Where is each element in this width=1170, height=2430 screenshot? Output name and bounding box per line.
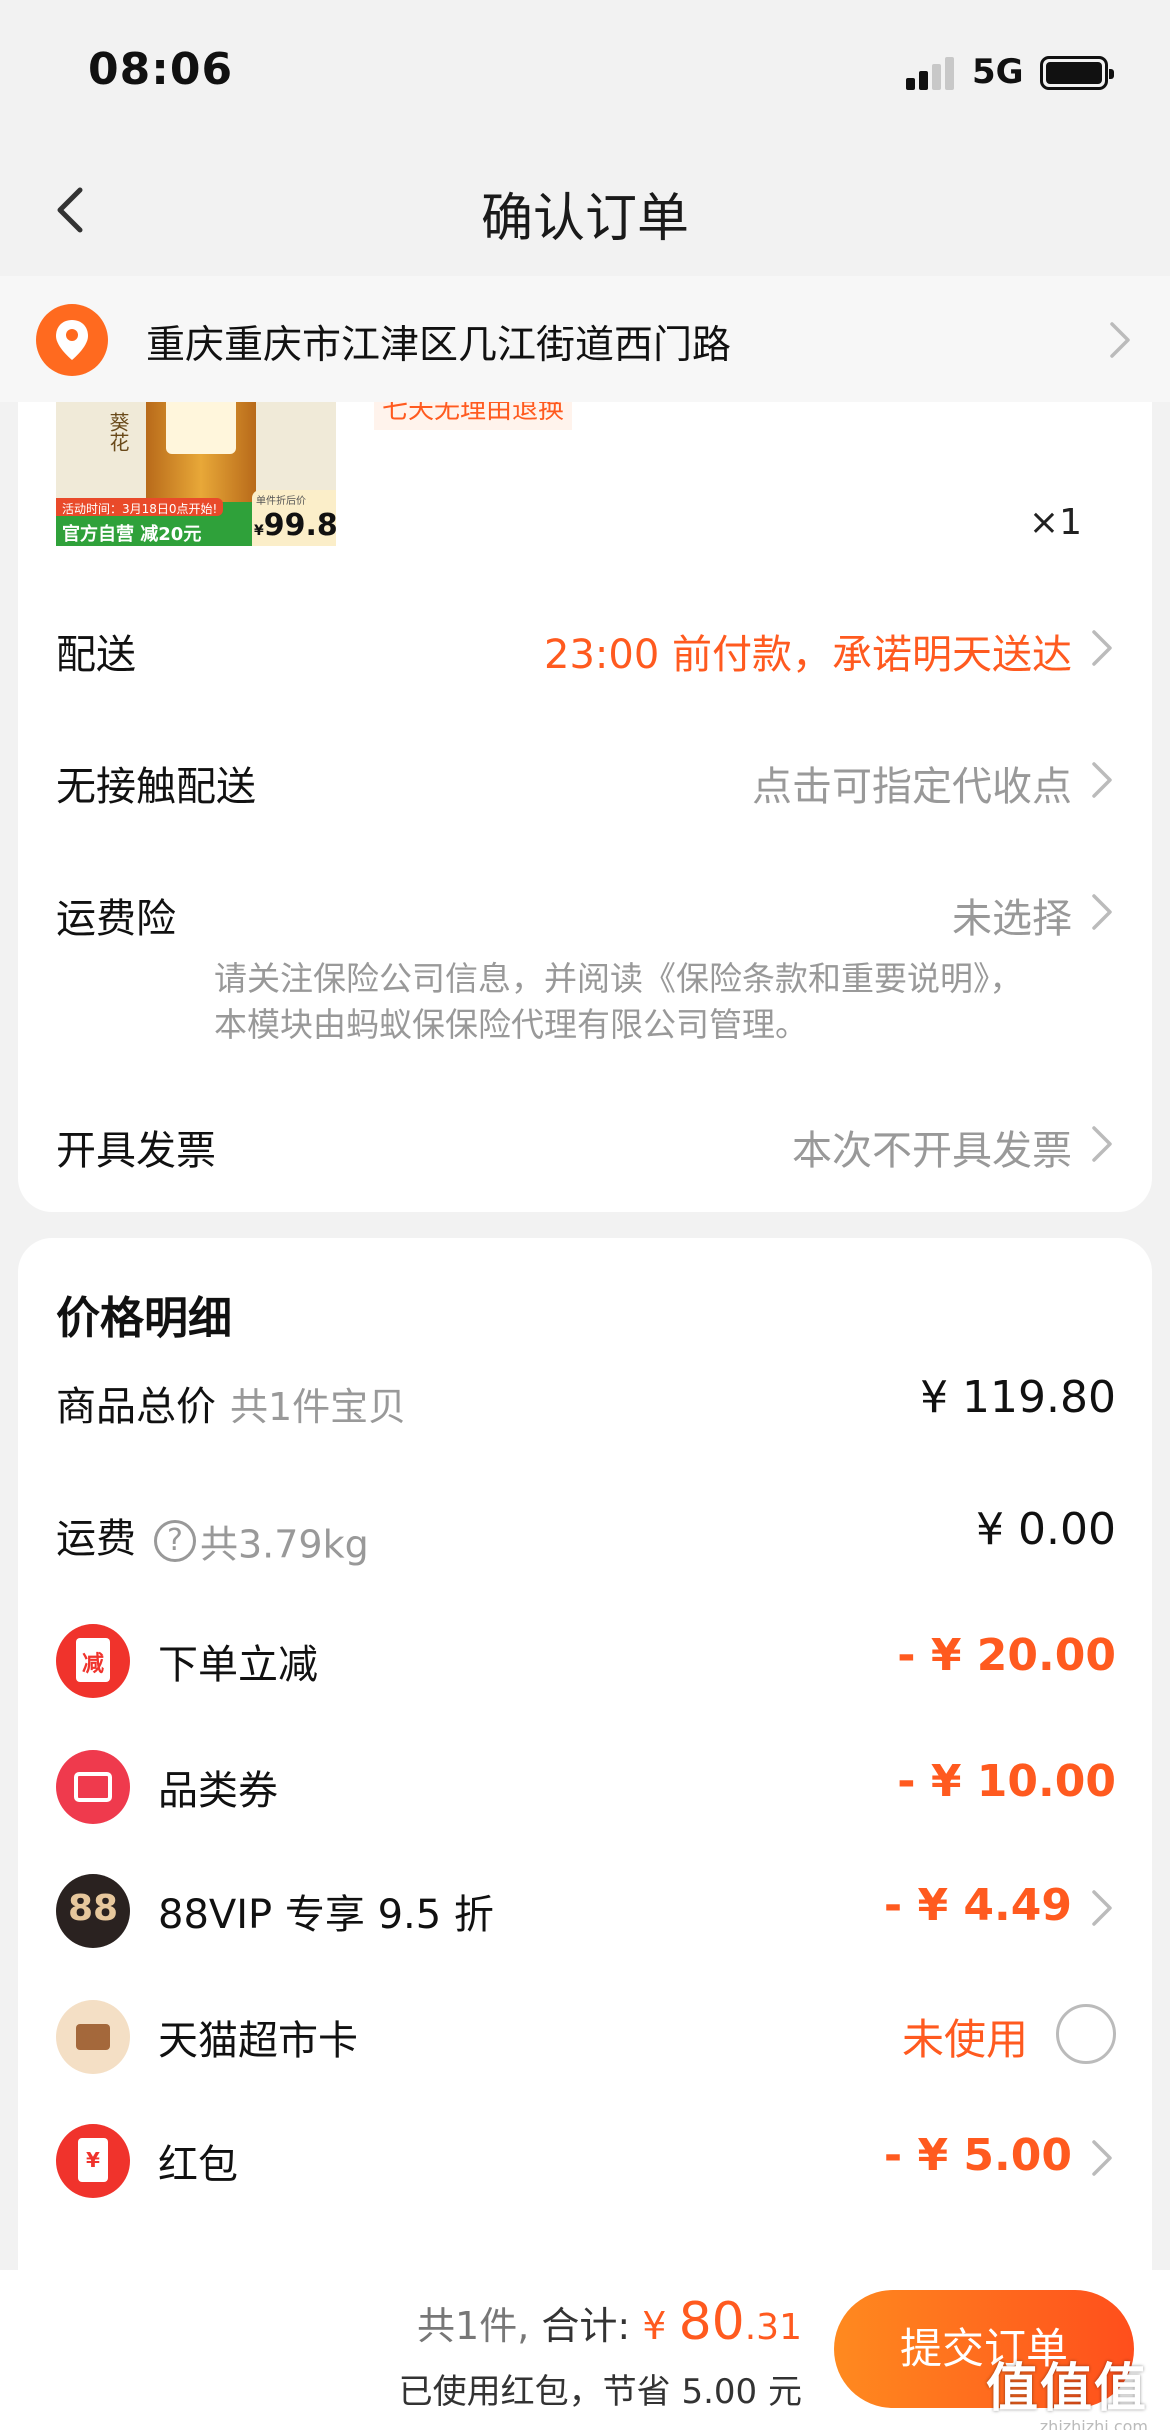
product-image[interactable]: 葵花 活动时间：3月18日0点开始! 官方自营 减20元 单件折后价 ¥99.8: [56, 390, 336, 546]
location-pin-icon: [36, 304, 108, 376]
coupon-icon: [56, 1750, 130, 1824]
watermark: 值值值 zhizhizhi.com: [986, 2346, 1148, 2430]
category-coupon-row: 品类券 - ¥ 10.00: [18, 1740, 1152, 1830]
vip-discount-amount: - ¥ 4.49: [883, 1880, 1072, 1931]
delivery-row[interactable]: 配送 23:00 前付款，承诺明天送达: [18, 602, 1152, 692]
discount-icon: 减: [56, 1624, 130, 1698]
goods-total-amount: ¥ 119.80: [920, 1372, 1116, 1423]
shipping-insurance-value: 未选择: [952, 896, 1072, 942]
unit-price: ¥99.8: [254, 508, 336, 543]
delivery-label: 配送: [56, 632, 136, 678]
invoice-value: 本次不开具发票: [792, 1128, 1072, 1174]
shipping-fee-amount: ¥ 0.00: [976, 1504, 1116, 1555]
page-title: 确认订单: [480, 189, 689, 249]
total-label: 合计:: [541, 2304, 631, 2348]
delivery-value: 23:00 前付款，承诺明天送达: [544, 632, 1072, 678]
battery-icon: [1040, 56, 1114, 90]
chevron-right-icon: [1088, 760, 1116, 800]
address-bar[interactable]: 重庆重庆市江津区几江街道西门路: [0, 276, 1170, 402]
market-card-status: 未使用: [901, 2015, 1028, 2064]
official-tag: 官方自营 减20元: [62, 524, 202, 545]
category-coupon-label: 品类券: [158, 1768, 278, 1814]
price-detail-card: 价格明细 商品总价 共1件宝贝 ¥ 119.80 运费? 共3.79kg ¥ 0.0…: [18, 1238, 1152, 2430]
help-icon[interactable]: ?: [154, 1520, 196, 1562]
saving-note: 已使用红包，节省 5.00 元: [398, 2372, 802, 2412]
order-total: 共1件, 合计: ¥ 80.31: [417, 2292, 802, 2352]
contactless-value: 点击可指定代收点: [752, 764, 1072, 810]
watermark-logo: 值值值: [985, 2359, 1148, 2419]
wallet-card-icon: [56, 2000, 130, 2074]
red-packet-icon: ¥: [56, 2124, 130, 2198]
goods-total-row: 商品总价 共1件宝贝 ¥ 119.80: [18, 1356, 1152, 1446]
product-image-label: 葵花: [106, 412, 130, 452]
chevron-right-icon: [1088, 892, 1116, 932]
goods-count: 共1件宝贝: [230, 1385, 407, 1429]
chevron-right-icon: [1088, 628, 1116, 668]
chevron-right-icon: [1088, 2138, 1116, 2178]
total-integer: 80: [678, 2292, 745, 2352]
shipping-fee-label: 运费? 共3.79kg: [56, 1516, 369, 1567]
category-coupon-amount: - ¥ 10.00: [897, 1756, 1116, 1807]
status-time: 08:06: [88, 44, 234, 95]
instant-discount-label: 下单立减: [158, 1642, 318, 1688]
unit-price-label: 单件折后价: [256, 496, 306, 507]
shipping-insurance-row[interactable]: 运费险 未选择: [18, 866, 1152, 956]
unit-price-box: 单件折后价 ¥99.8: [252, 490, 336, 546]
insurance-note: 请关注保险公司信息，并阅读《保险条款和重要说明》，本模块由蚂蚁保保险代理有限公司…: [214, 959, 1023, 1044]
address-text: 重庆重庆市江津区几江街道西门路: [146, 323, 732, 368]
invoice-label: 开具发票: [56, 1128, 216, 1174]
vip-discount-label: 88VIP 专享 9.5 折: [158, 1892, 494, 1938]
product-quantity: ×1: [1028, 502, 1082, 543]
goods-total-label: 商品总价 共1件宝贝: [56, 1384, 407, 1430]
total-currency: ¥: [642, 2304, 667, 2348]
instant-discount-amount: - ¥ 20.00: [897, 1630, 1116, 1681]
red-packet-label: 红包: [158, 2142, 238, 2188]
vip-88-icon: 88: [56, 1874, 130, 1948]
market-card-radio[interactable]: [1056, 2004, 1116, 2064]
red-packet-row[interactable]: ¥ 红包 - ¥ 5.00: [18, 2114, 1152, 2204]
chevron-right-icon: [1088, 1124, 1116, 1164]
promo-tag: 活动时间：3月18日0点开始!: [56, 498, 224, 516]
vip-discount-row[interactable]: 88 88VIP 专享 9.5 折 - ¥ 4.49: [18, 1864, 1152, 1954]
instant-discount-row: 减 下单立减 - ¥ 20.00: [18, 1614, 1152, 1704]
status-bar: 08:06 5G: [0, 0, 1170, 150]
price-detail-heading: 价格明细: [56, 1293, 232, 1344]
chevron-right-icon: [1088, 1888, 1116, 1928]
contactless-delivery-row[interactable]: 无接触配送 点击可指定代收点: [18, 734, 1152, 824]
chevron-right-icon: [1106, 320, 1134, 360]
network-label: 5G: [972, 52, 1024, 92]
total-decimal: .31: [744, 2307, 802, 2348]
shipping-insurance-label: 运费险: [56, 896, 176, 942]
nav-bar: 确认订单: [0, 150, 1170, 270]
invoice-row[interactable]: 开具发票 本次不开具发票: [18, 1098, 1152, 1188]
item-count: 共1件,: [417, 2304, 530, 2348]
market-card-label: 天猫超市卡: [158, 2018, 358, 2064]
shipping-fee-row: 运费? 共3.79kg ¥ 0.00: [18, 1488, 1152, 1578]
contactless-label: 无接触配送: [56, 764, 256, 810]
signal-icon: [906, 56, 956, 90]
market-card-row[interactable]: 天猫超市卡 未使用: [18, 1990, 1152, 2080]
order-card: 葵花 活动时间：3月18日0点开始! 官方自营 减20元 单件折后价 ¥99.8…: [18, 390, 1152, 1212]
red-packet-amount: - ¥ 5.00: [883, 2130, 1072, 2181]
shipping-weight: 共3.79kg: [200, 1522, 369, 1567]
